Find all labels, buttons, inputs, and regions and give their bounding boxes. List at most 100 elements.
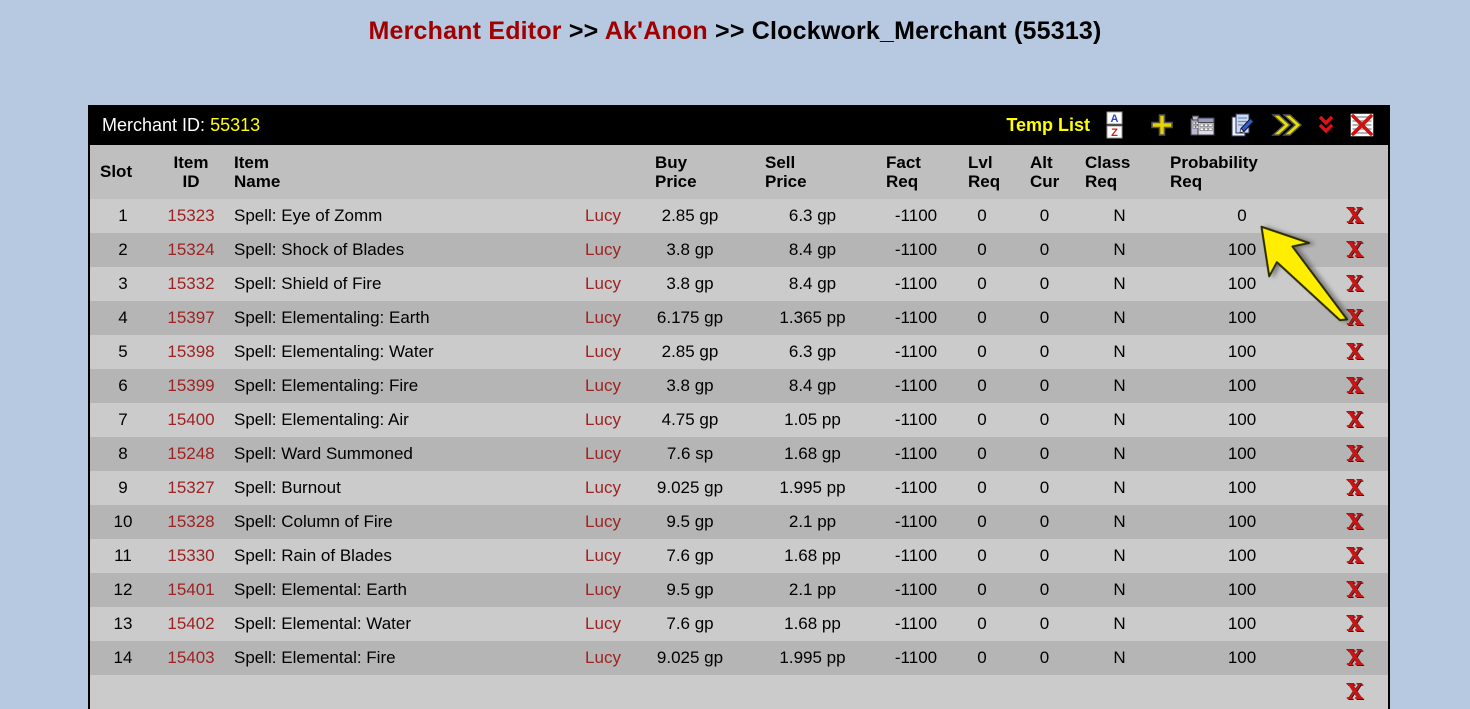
probability-cell: 100: [1162, 573, 1322, 607]
table-row: 14 15403 Spell: Elemental: Fire Lucy 9.0…: [90, 641, 1388, 675]
delete-row-icon[interactable]: X: [1347, 545, 1363, 566]
slot-cell: 11: [90, 539, 156, 573]
class-req-cell: N: [1077, 573, 1162, 607]
slot-cell: 7: [90, 403, 156, 437]
delete-cell: X: [1322, 471, 1388, 505]
probability-cell: 100: [1162, 267, 1322, 301]
buy-price-cell: 9.025 gp: [635, 471, 745, 505]
table-row: 3 15332 Spell: Shield of Fire Lucy 3.8 g…: [90, 267, 1388, 301]
slot-cell: [90, 675, 156, 709]
fast-forward-icon[interactable]: [1270, 112, 1304, 138]
buy-price-cell: 9.5 gp: [635, 573, 745, 607]
sort-az-icon[interactable]: A Z: [1106, 111, 1136, 139]
item-id-link[interactable]: 15397: [167, 308, 214, 327]
delete-row-icon[interactable]: X: [1347, 511, 1363, 532]
delete-row-icon[interactable]: X: [1347, 443, 1363, 464]
level-req-cell: 0: [952, 437, 1012, 471]
item-id-link[interactable]: 15324: [167, 240, 214, 259]
temp-list-link[interactable]: Temp List: [1006, 115, 1090, 136]
lucy-link[interactable]: Lucy: [585, 444, 621, 463]
delete-row-icon[interactable]: X: [1347, 307, 1363, 328]
sell-price-cell: [745, 675, 880, 709]
header-lucy: [571, 145, 635, 199]
item-name-cell: Spell: Elementaling: Fire: [226, 369, 571, 403]
lucy-link[interactable]: Lucy: [585, 410, 621, 429]
delete-cell: X: [1322, 505, 1388, 539]
item-id-link[interactable]: 15327: [167, 478, 214, 497]
delete-row-icon[interactable]: X: [1347, 239, 1363, 260]
table-row: 9 15327 Spell: Burnout Lucy 9.025 gp 1.9…: [90, 471, 1388, 505]
lucy-link[interactable]: Lucy: [585, 274, 621, 293]
alt-currency-cell: 0: [1012, 369, 1077, 403]
lucy-link[interactable]: Lucy: [585, 648, 621, 667]
delete-row-icon[interactable]: X: [1347, 375, 1363, 396]
item-id-link[interactable]: 15400: [167, 410, 214, 429]
table-row: 2 15324 Spell: Shock of Blades Lucy 3.8 …: [90, 233, 1388, 267]
lucy-link[interactable]: Lucy: [585, 478, 621, 497]
lucy-cell: Lucy: [571, 539, 635, 573]
item-id-cell: [156, 675, 226, 709]
lucy-link[interactable]: Lucy: [585, 614, 621, 633]
delete-row-icon[interactable]: X: [1347, 579, 1363, 600]
item-id-link[interactable]: 15332: [167, 274, 214, 293]
item-id-link[interactable]: 15330: [167, 546, 214, 565]
copy-table-icon[interactable]: [1188, 112, 1216, 138]
lucy-link[interactable]: Lucy: [585, 512, 621, 531]
slot-cell: 13: [90, 607, 156, 641]
edit-list-icon[interactable]: [1229, 112, 1257, 138]
collapse-down-icon[interactable]: [1317, 114, 1335, 136]
delete-row-icon[interactable]: X: [1347, 477, 1363, 498]
lucy-link[interactable]: Lucy: [585, 580, 621, 599]
lucy-link[interactable]: Lucy: [585, 546, 621, 565]
item-id-link[interactable]: 15399: [167, 376, 214, 395]
lucy-link[interactable]: Lucy: [585, 308, 621, 327]
lucy-cell: Lucy: [571, 641, 635, 675]
item-id-link[interactable]: 15403: [167, 648, 214, 667]
item-id-link[interactable]: 15401: [167, 580, 214, 599]
delete-row-icon[interactable]: X: [1347, 647, 1363, 668]
faction-req-cell: -1100: [880, 505, 952, 539]
merchant-editor-panel: Merchant ID: 55313 Temp List A Z: [88, 105, 1390, 709]
slot-cell: 5: [90, 335, 156, 369]
item-id-cell: 15403: [156, 641, 226, 675]
item-id-cell: 15248: [156, 437, 226, 471]
lucy-link[interactable]: Lucy: [585, 240, 621, 259]
lucy-link[interactable]: Lucy: [585, 206, 621, 225]
level-req-cell: 0: [952, 641, 1012, 675]
breadcrumb-merchant-editor: Merchant Editor: [368, 17, 561, 45]
sell-price-cell: 1.05 pp: [745, 403, 880, 437]
delete-list-icon[interactable]: [1348, 112, 1376, 138]
lucy-link[interactable]: Lucy: [585, 376, 621, 395]
add-item-icon[interactable]: [1149, 112, 1175, 138]
sell-price-cell: 1.68 gp: [745, 437, 880, 471]
delete-row-icon[interactable]: X: [1347, 409, 1363, 430]
alt-currency-cell: 0: [1012, 437, 1077, 471]
delete-row-icon[interactable]: X: [1347, 341, 1363, 362]
delete-row-icon[interactable]: X: [1347, 273, 1363, 294]
lucy-link[interactable]: Lucy: [585, 342, 621, 361]
item-id-link[interactable]: 15328: [167, 512, 214, 531]
item-id-link[interactable]: 15398: [167, 342, 214, 361]
delete-row-icon[interactable]: X: [1347, 613, 1363, 634]
level-req-cell: 0: [952, 301, 1012, 335]
item-id-link[interactable]: 15323: [167, 206, 214, 225]
item-name-cell: Spell: Elementaling: Earth: [226, 301, 571, 335]
lucy-cell: Lucy: [571, 199, 635, 233]
header-fact-req: FactReq: [880, 145, 952, 199]
merchant-id-value: 55313: [210, 115, 260, 135]
delete-row-icon[interactable]: X: [1347, 205, 1363, 226]
sell-price-cell: 1.68 pp: [745, 607, 880, 641]
item-id-link[interactable]: 15248: [167, 444, 214, 463]
buy-price-cell: 3.8 gp: [635, 267, 745, 301]
item-id-link[interactable]: 15402: [167, 614, 214, 633]
buy-price-cell: [635, 675, 745, 709]
sell-price-cell: 6.3 gp: [745, 199, 880, 233]
header-slot: Slot: [90, 145, 156, 199]
alt-currency-cell: 0: [1012, 199, 1077, 233]
sell-price-cell: 8.4 gp: [745, 267, 880, 301]
lucy-cell: [571, 675, 635, 709]
class-req-cell: N: [1077, 641, 1162, 675]
delete-cell: X: [1322, 675, 1388, 709]
delete-row-icon[interactable]: X: [1347, 681, 1363, 702]
level-req-cell: 0: [952, 233, 1012, 267]
